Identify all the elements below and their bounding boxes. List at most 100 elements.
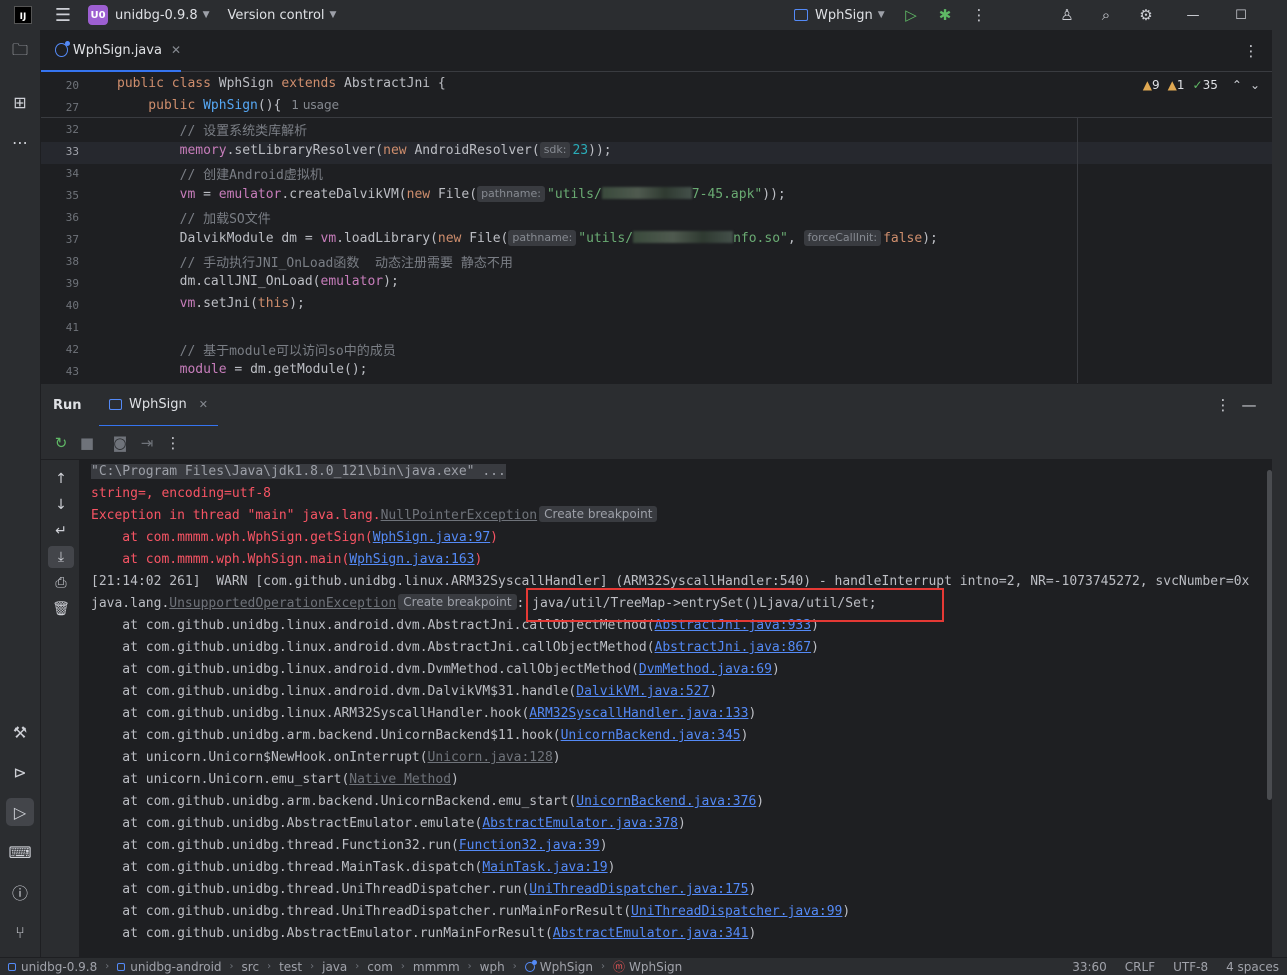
warning-count[interactable]: ▲9: [1143, 78, 1160, 92]
run-options-button[interactable]: ⋮: [1210, 392, 1236, 418]
breadcrumb-item[interactable]: unidbg-android: [117, 960, 222, 974]
code-line[interactable]: vm = emulator.createDalvikVM(new File(pa…: [117, 186, 786, 202]
run-tool-button[interactable]: ▷: [6, 798, 34, 826]
typo-count[interactable]: ✓35: [1193, 78, 1218, 92]
breadcrumb-item[interactable]: unidbg-0.9.8: [8, 960, 97, 974]
run-button[interactable]: ▷: [898, 2, 924, 28]
tab-wphsign-java[interactable]: WphSign.java ✕: [41, 30, 181, 72]
stack-link[interactable]: WphSign.java:97: [373, 530, 490, 545]
stack-link[interactable]: DalvikVM.java:527: [576, 684, 709, 699]
exception-link[interactable]: NullPointerException: [381, 508, 538, 523]
stack-link[interactable]: Unicorn.java:128: [428, 750, 553, 765]
debug-button[interactable]: ✱: [932, 2, 958, 28]
more-tools-button[interactable]: ⋯: [6, 128, 34, 156]
code-line[interactable]: memory.setLibraryResolver(new AndroidRes…: [117, 142, 612, 158]
hide-panel-button[interactable]: —: [1236, 392, 1262, 418]
scroll-down-button[interactable]: ↓: [48, 494, 74, 516]
stack-link[interactable]: UnicornBackend.java:376: [576, 794, 756, 809]
stack-link[interactable]: UniThreadDispatcher.java:99: [631, 904, 842, 919]
sticky-code-line[interactable]: public class WphSign extends AbstractJni…: [117, 76, 446, 91]
code-line[interactable]: // 基于module可以访问so中的成员: [117, 340, 396, 359]
usage-hint[interactable]: 1 usage: [291, 98, 339, 112]
stop-button[interactable]: ■: [74, 430, 100, 456]
vcs-selector[interactable]: Version control ▼: [228, 8, 337, 23]
print-button[interactable]: ⎙: [48, 572, 74, 594]
more-run-actions-button[interactable]: ⋮: [160, 430, 186, 456]
code-line[interactable]: module = dm.getModule();: [117, 362, 368, 377]
stack-link[interactable]: Native Method: [349, 772, 451, 787]
caret-position[interactable]: 33:60: [1072, 960, 1107, 974]
exception-link[interactable]: UnsupportedOperationException: [169, 596, 396, 611]
code-line[interactable]: // 设置系统类库解析: [117, 120, 307, 139]
more-actions-button[interactable]: ⋮: [966, 2, 992, 28]
inspection-widget[interactable]: ▲9 ▲1 ✓35 ⌃ ⌄: [1143, 78, 1260, 92]
problems-tool-button[interactable]: ⓘ: [6, 878, 34, 906]
maximize-button[interactable]: ☐: [1228, 2, 1254, 28]
run-tab-wphsign[interactable]: WphSign ✕: [99, 384, 218, 427]
breadcrumb-item[interactable]: mmmm: [413, 960, 460, 974]
file-encoding[interactable]: UTF-8: [1173, 960, 1208, 974]
project-tool-button[interactable]: 🗀: [6, 38, 34, 66]
log-text: java.lang.: [91, 596, 170, 611]
breadcrumb-item[interactable]: com: [367, 960, 393, 974]
stack-link[interactable]: MainTask.java:19: [482, 860, 607, 875]
stack-link[interactable]: WphSign.java:163: [349, 552, 474, 567]
previous-highlight-button[interactable]: ⌃: [1232, 78, 1242, 92]
structure-tool-button[interactable]: ⊞: [6, 88, 34, 116]
terminal-tool-button[interactable]: ⌨: [6, 838, 34, 866]
stack-link[interactable]: DvmMethod.java:69: [639, 662, 772, 677]
breadcrumb-item[interactable]: test: [279, 960, 302, 974]
create-breakpoint-button[interactable]: Create breakpoint: [539, 506, 658, 522]
stack-link[interactable]: UniThreadDispatcher.java:175: [529, 882, 748, 897]
clear-all-button[interactable]: 🗑: [48, 598, 74, 620]
settings-button[interactable]: ⚙: [1133, 2, 1159, 28]
breadcrumb-item[interactable]: WphSign: [524, 959, 593, 974]
build-tool-button[interactable]: ⚒: [6, 718, 34, 746]
next-highlight-button[interactable]: ⌄: [1250, 78, 1260, 92]
console-output[interactable]: "C:\Program Files\Java\jdk1.8.0_121\bin\…: [80, 460, 1272, 957]
soft-wrap-button[interactable]: ↵: [48, 520, 74, 542]
console-scrollbar[interactable]: [1267, 470, 1272, 800]
command-line-text[interactable]: "C:\Program Files\Java\jdk1.8.0_121\bin\…: [91, 464, 506, 479]
code-line[interactable]: // 手动执行JNI_OnLoad函数 动态注册需要 静态不用: [117, 252, 513, 271]
services-tool-button[interactable]: ⊳: [6, 758, 34, 786]
close-icon[interactable]: ✕: [171, 43, 181, 57]
weak-warning-count[interactable]: ▲1: [1168, 78, 1185, 92]
indent-setting[interactable]: 4 spaces: [1226, 960, 1279, 974]
sticky-code-line[interactable]: public WphSign(){1 usage: [117, 98, 339, 113]
git-tool-button[interactable]: ⑂: [6, 918, 34, 946]
project-selector[interactable]: U0 unidbg-0.9.8 ▼: [88, 5, 210, 25]
search-button[interactable]: ⌕: [1093, 2, 1119, 28]
restore-layout-button[interactable]: ⇥: [134, 430, 160, 456]
minimize-button[interactable]: —: [1180, 2, 1206, 28]
stack-link[interactable]: AbstractJni.java:867: [655, 640, 812, 655]
code-token: new: [383, 143, 415, 158]
code-line[interactable]: vm.setJni(this);: [117, 296, 305, 311]
stack-link[interactable]: Function32.java:39: [459, 838, 600, 853]
code-editor[interactable]: 32 // 设置系统类库解析 33 memory.setLibraryResolv…: [41, 72, 1272, 383]
code-line[interactable]: // 创建Android虚拟机: [117, 164, 323, 183]
create-breakpoint-button[interactable]: Create breakpoint: [398, 594, 517, 610]
breadcrumb-item[interactable]: wph: [480, 960, 505, 974]
stack-link[interactable]: AbstractEmulator.java:341: [553, 926, 749, 941]
code-line[interactable]: DalvikModule dm = vm.loadLibrary(new Fil…: [117, 230, 938, 246]
breadcrumb-item[interactable]: ⓜ WphSign: [613, 958, 682, 975]
scroll-to-end-button[interactable]: ⤓: [48, 546, 74, 568]
line-separator[interactable]: CRLF: [1125, 960, 1155, 974]
stack-link[interactable]: AbstractEmulator.java:378: [482, 816, 678, 831]
add-user-button[interactable]: ♙: [1054, 2, 1080, 28]
run-config-selector[interactable]: WphSign ▼: [794, 8, 885, 23]
stack-link[interactable]: ARM32SyscallHandler.java:133: [529, 706, 748, 721]
breadcrumb-item[interactable]: java: [322, 960, 347, 974]
screenshot-button[interactable]: ◙: [107, 430, 133, 456]
rerun-button[interactable]: ↻: [48, 430, 74, 456]
stack-link[interactable]: UnicornBackend.java:345: [561, 728, 741, 743]
code-line[interactable]: // 加载SO文件: [117, 208, 271, 227]
close-icon[interactable]: ✕: [199, 398, 208, 411]
scroll-up-button[interactable]: ↑: [48, 468, 74, 490]
main-menu-button[interactable]: ☰: [50, 2, 76, 28]
breadcrumb-item[interactable]: src: [242, 960, 260, 974]
tab-options-button[interactable]: ⋮: [1238, 38, 1264, 64]
code-line[interactable]: dm.callJNI_OnLoad(emulator);: [117, 274, 399, 289]
